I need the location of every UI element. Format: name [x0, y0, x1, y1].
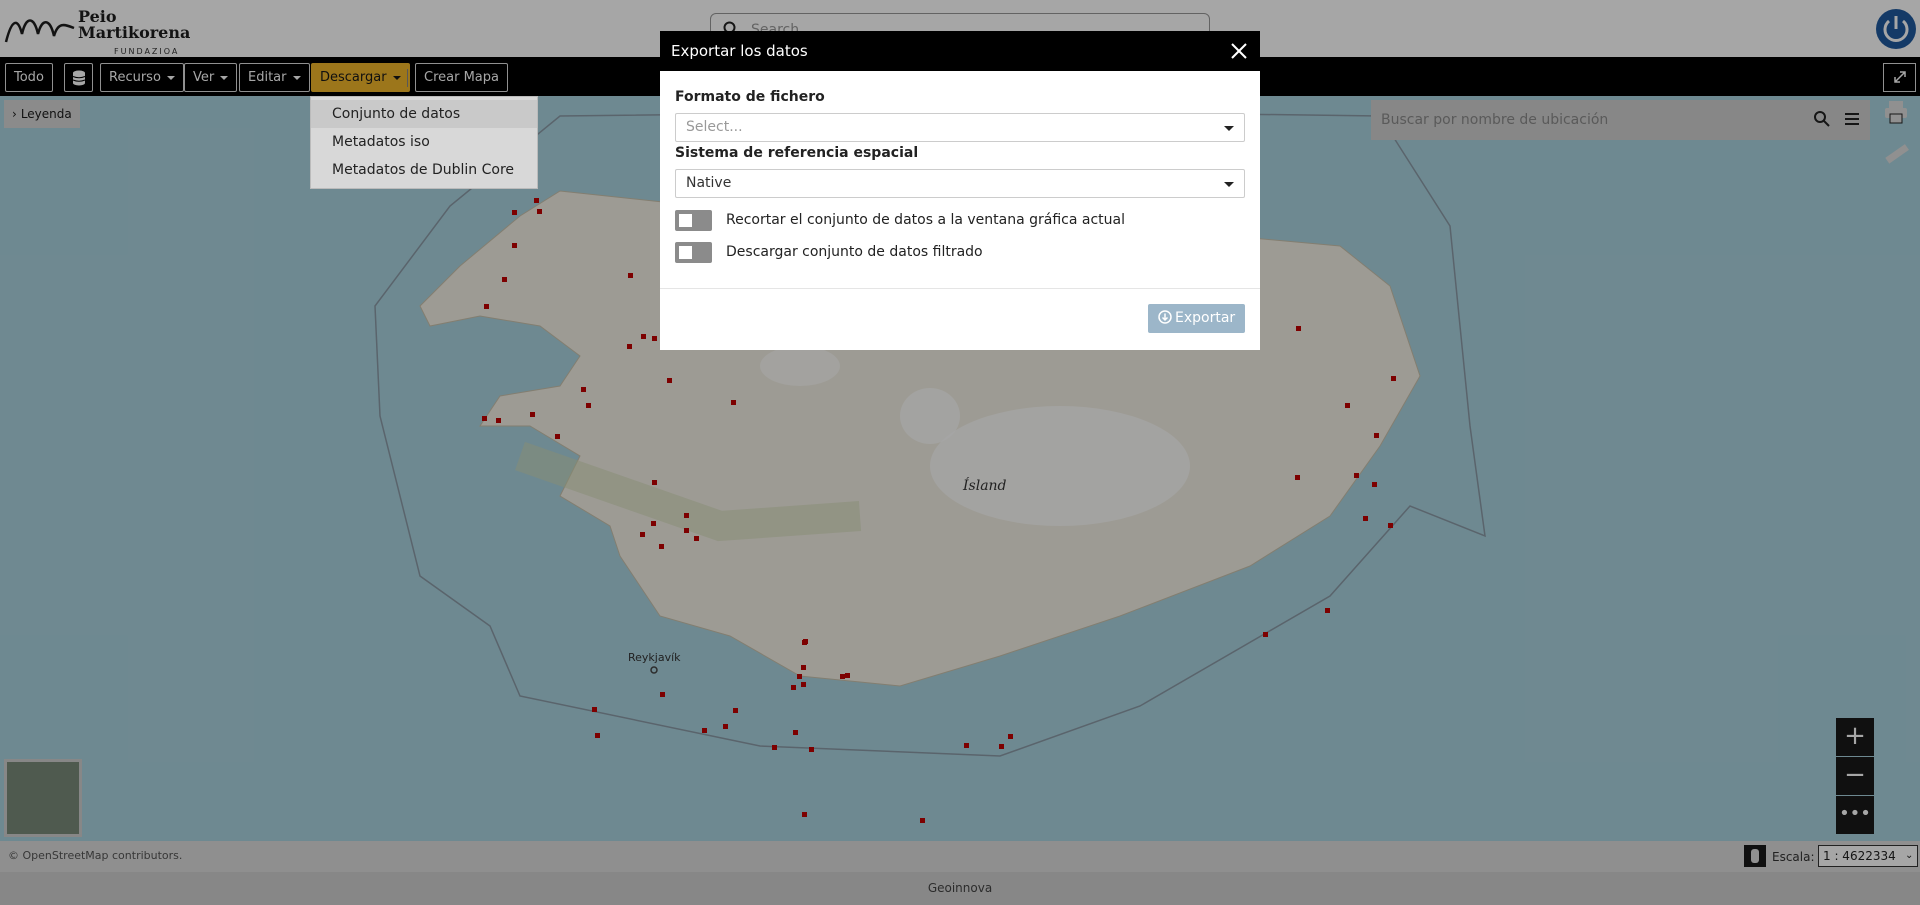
export-data-modal: Exportar los datos Formato de fichero Se… — [660, 31, 1260, 350]
srs-value: Native — [686, 175, 732, 191]
toggle-knob — [679, 214, 692, 227]
menu-item-metadatos-iso[interactable]: Metadatos iso — [311, 128, 537, 156]
export-label: Exportar — [1175, 310, 1236, 326]
menu-item-label: Conjunto de datos — [332, 106, 461, 122]
menu-item-label: Metadatos de Dublin Core — [332, 162, 515, 178]
descargar-dropdown: Conjunto de datos Metadatos iso Metadato… — [310, 96, 538, 189]
format-placeholder: Select... — [686, 119, 743, 135]
menu-item-conjunto-de-datos[interactable]: Conjunto de datos — [311, 100, 537, 128]
menu-item-label: Metadatos iso — [332, 134, 430, 150]
menu-item-metadatos-dublin-core[interactable]: Metadatos de Dublin Core — [311, 156, 537, 184]
format-select[interactable]: Select... — [675, 113, 1245, 142]
modal-header: Exportar los datos — [660, 31, 1260, 71]
export-icon — [1158, 310, 1172, 324]
srs-label: Sistema de referencia espacial — [675, 145, 919, 161]
toggle-knob — [679, 246, 692, 259]
format-label: Formato de fichero — [675, 89, 825, 105]
modal-title: Exportar los datos — [671, 42, 808, 60]
chevron-down-icon — [1224, 182, 1234, 187]
filtered-toggle[interactable] — [675, 242, 712, 263]
close-icon[interactable] — [1228, 40, 1250, 62]
crop-toggle[interactable] — [675, 210, 712, 231]
modal-divider — [660, 288, 1260, 289]
crop-label: Recortar el conjunto de datos a la venta… — [726, 212, 1126, 228]
chevron-down-icon — [1224, 126, 1234, 131]
srs-select[interactable]: Native — [675, 169, 1245, 198]
filtered-label: Descargar conjunto de datos filtrado — [726, 244, 983, 260]
export-button[interactable]: Exportar — [1148, 304, 1245, 333]
